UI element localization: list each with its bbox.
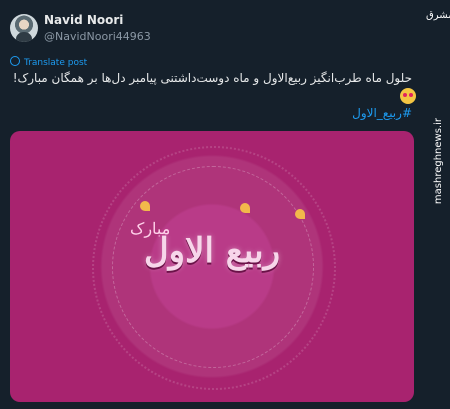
author-handle[interactable]: @NavidNoori44963 — [44, 30, 151, 43]
tweet-text-content: حلول ماه طرب‌انگیز ربیع‌الاول و ماه دوست… — [12, 71, 412, 85]
watermark-strip: مشرق mashreghnews.ir — [424, 0, 450, 409]
butterfly-icon — [140, 201, 150, 211]
globe-icon — [10, 56, 20, 66]
tweet: Navid Noori @NavidNoori44963 Translate p… — [0, 0, 424, 409]
avatar[interactable] — [10, 14, 38, 42]
butterfly-icon — [295, 209, 305, 219]
translate-label: Translate post — [24, 58, 88, 68]
site-logo: مشرق — [426, 10, 450, 21]
hashtag-link[interactable]: #ربیع_الاول — [352, 106, 412, 120]
translate-post-link[interactable]: Translate post — [10, 56, 87, 68]
heart-eyes-emoji-icon — [400, 88, 416, 104]
calligraphy-text: ربیع الاول — [143, 231, 281, 271]
butterfly-icon — [240, 203, 250, 213]
site-url: mashreghnews.ir — [433, 118, 444, 205]
tweet-media-image[interactable]: مبارک ربیع الاول — [10, 131, 414, 402]
author-name[interactable]: Navid Noori — [44, 13, 123, 27]
tweet-text: حلول ماه طرب‌انگیز ربیع‌الاول و ماه دوست… — [12, 68, 414, 108]
